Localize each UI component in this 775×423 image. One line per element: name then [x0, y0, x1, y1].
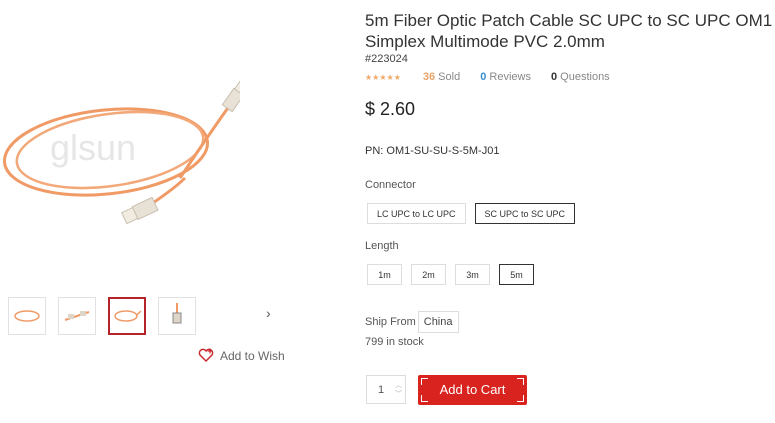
- connector-option-lc[interactable]: LC UPC to LC UPC: [367, 203, 466, 224]
- questions-count: 0: [550, 71, 558, 83]
- questions-link[interactable]: 0 Questions: [551, 71, 610, 83]
- connector-options: LC UPC to LC UPC SC UPC to SC UPC: [367, 203, 576, 224]
- product-title-line-2: Simplex Multimode PVC 2.0mm: [365, 32, 605, 51]
- questions-label: Questions: [560, 71, 610, 83]
- chevron-right-icon[interactable]: ›: [266, 305, 271, 321]
- thumbnail-image: [114, 310, 142, 322]
- ship-from-select[interactable]: China: [417, 311, 459, 333]
- chevron-up-icon[interactable]: ︿: [395, 381, 402, 390]
- connector-label: Connector: [365, 179, 416, 191]
- quantity-arrows: ︿ ﹀: [395, 381, 402, 399]
- thumbnail-4[interactable]: [158, 297, 196, 335]
- length-options: 1m 2m 3m 5m: [367, 264, 534, 285]
- reviews-link[interactable]: 0 Reviews: [480, 71, 531, 83]
- ship-from-label: Ship From: [365, 316, 416, 328]
- add-to-cart-label: Add to Cart: [439, 382, 506, 397]
- sold-info: 36 Sold: [423, 71, 460, 83]
- corner-decoration: [421, 395, 428, 402]
- corner-decoration: [421, 378, 428, 385]
- heart-plus-icon: [198, 348, 214, 362]
- thumbnail-1[interactable]: [8, 297, 46, 335]
- sold-label: Sold: [438, 71, 461, 83]
- product-title: 5m Fiber Optic Patch Cable SC UPC to SC …: [365, 10, 775, 52]
- part-number: PN: OM1-SU-SU-S-5M-J01: [365, 145, 500, 157]
- thumbnail-strip: [8, 297, 196, 335]
- length-option-1m[interactable]: 1m: [367, 264, 402, 285]
- corner-decoration: [517, 378, 524, 385]
- reviews-count: 0: [480, 71, 487, 83]
- length-option-5m[interactable]: 5m: [499, 264, 534, 285]
- thumbnail-2[interactable]: [58, 297, 96, 335]
- product-price: $ 2.60: [365, 99, 416, 119]
- reviews-label: Reviews: [489, 71, 531, 83]
- fiber-cable-image: glsun: [2, 76, 252, 225]
- corner-decoration: [517, 395, 524, 402]
- thumbnail-image: [14, 310, 40, 322]
- main-product-image[interactable]: glsun: [0, 60, 252, 250]
- quantity-input[interactable]: 1: [367, 384, 395, 396]
- quantity-stepper[interactable]: 1 ︿ ﹀: [366, 375, 406, 404]
- watermark-text: glsun: [50, 127, 136, 168]
- connector-option-sc[interactable]: SC UPC to SC UPC: [474, 203, 576, 224]
- length-option-2m[interactable]: 2m: [411, 264, 446, 285]
- add-to-wish-link[interactable]: Add to Wish: [198, 348, 285, 363]
- ship-from: Ship From China: [365, 311, 459, 333]
- chevron-down-icon[interactable]: ﹀: [395, 390, 402, 399]
- length-option-3m[interactable]: 3m: [455, 264, 490, 285]
- thumbnail-image: [64, 311, 90, 321]
- stock-status: 799 in stock: [365, 336, 424, 348]
- product-sku: #223024: [365, 53, 408, 65]
- add-to-wish-label: Add to Wish: [220, 348, 285, 363]
- product-meta: ★★★★★ 36 Sold 0 Reviews 0 Questions: [365, 71, 630, 83]
- thumbnail-image: [172, 303, 182, 324]
- add-to-cart-button[interactable]: Add to Cart: [418, 375, 527, 405]
- rating-stars: ★★★★★: [365, 72, 401, 82]
- product-title-line-1: 5m Fiber Optic Patch Cable SC UPC to SC …: [365, 11, 773, 30]
- length-label: Length: [365, 240, 399, 252]
- thumbnail-3[interactable]: [108, 297, 146, 335]
- sold-count: 36: [422, 71, 436, 83]
